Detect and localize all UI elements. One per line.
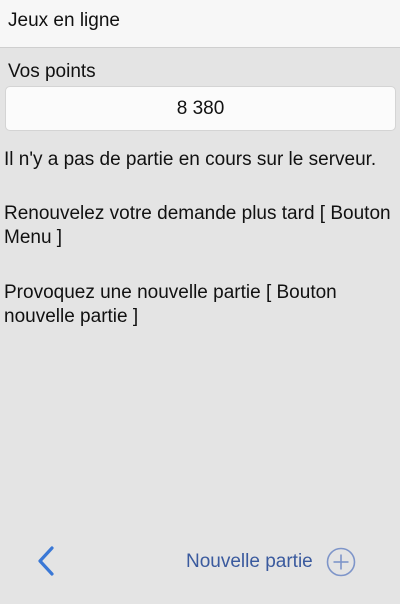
points-display: 8 380 [5,86,396,131]
new-game-label: Nouvelle partie [186,551,313,572]
app-header: Jeux en ligne [0,0,400,48]
plus-circle-icon [326,547,356,577]
chevron-left-icon [38,546,54,576]
page-title: Jeux en ligne [8,10,120,31]
no-game-message: Il n'y a pas de partie en cours sur le s… [4,149,377,170]
new-game-message: Provoquez une nouvelle partie [ Bouton n… [4,282,337,327]
back-button[interactable] [32,542,64,580]
retry-message: Renouvelez votre demande plus tard [ Bou… [4,203,391,248]
new-game-button[interactable]: Nouvelle partie [186,544,357,580]
points-value: 8 380 [176,97,225,119]
points-label: Vos points [8,61,96,82]
